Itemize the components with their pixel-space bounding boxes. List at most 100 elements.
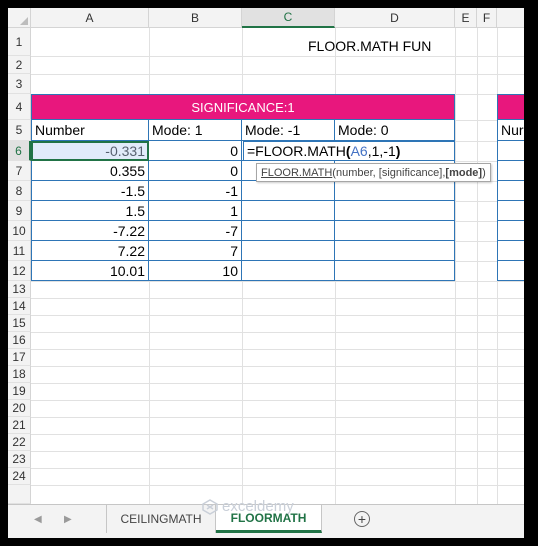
tooltip-args: (number, [significance], <box>332 166 446 179</box>
second-table-cell[interactable] <box>497 261 524 281</box>
row-header-22[interactable]: 22 <box>8 434 31 451</box>
table-cell-mode0[interactable] <box>335 261 455 281</box>
table-cell-modeneg1[interactable] <box>242 221 335 241</box>
formula-edit-cell[interactable]: =FLOOR.MATH(A6,1,-1) <box>243 141 455 161</box>
table-cell-number[interactable]: 7.22 <box>31 241 149 261</box>
table-banner[interactable]: SIGNIFICANCE:1 <box>31 94 455 120</box>
row-header-18[interactable]: 18 <box>8 366 31 383</box>
table-cell-number[interactable]: 10.01 <box>31 261 149 281</box>
spreadsheet-window: A B C D E F 1 2 3 4 5 6 7 8 9 10 11 12 1… <box>8 8 524 538</box>
second-table-header[interactable]: Nur <box>497 120 524 141</box>
column-header-c[interactable]: C <box>242 8 335 28</box>
function-tooltip: FLOOR.MATH (number, [significance], [mode… <box>256 163 491 182</box>
watermark-text: exceldemy <box>222 498 294 515</box>
formula-close-paren: ) <box>395 143 401 159</box>
table-cell-mode1[interactable]: 7 <box>149 241 242 261</box>
row-header-13[interactable]: 13 <box>8 281 31 298</box>
tab-scroll-left-icon[interactable]: ◀ <box>34 514 42 525</box>
tooltip-function-name[interactable]: FLOOR.MATH <box>261 167 332 179</box>
gridline <box>31 485 524 486</box>
row-header-21[interactable]: 21 <box>8 417 31 434</box>
column-header-a[interactable]: A <box>31 8 149 28</box>
gridline <box>31 400 524 401</box>
tab-scroll-right-icon[interactable]: ▶ <box>64 514 72 525</box>
table-cell-modeneg1[interactable] <box>242 261 335 281</box>
second-table-cell[interactable] <box>497 221 524 241</box>
row-header-25[interactable] <box>8 485 31 504</box>
table-cell-mode0[interactable] <box>335 201 455 221</box>
column-header-d[interactable]: D <box>335 8 455 28</box>
column-header-b[interactable]: B <box>149 8 242 28</box>
select-all-corner[interactable] <box>8 8 31 28</box>
row-header-17[interactable]: 17 <box>8 349 31 366</box>
row-header-16[interactable]: 16 <box>8 332 31 349</box>
row-header-2[interactable]: 2 <box>8 56 31 74</box>
second-table-cell[interactable] <box>497 161 524 181</box>
table-cell-modeneg1[interactable] <box>242 201 335 221</box>
tooltip-close: ) <box>482 166 486 179</box>
table-cell-mode0[interactable] <box>335 221 455 241</box>
second-table-cell[interactable] <box>497 141 524 161</box>
header-mode-neg1[interactable]: Mode: -1 <box>242 120 335 141</box>
watermark: exceldemy <box>202 498 294 515</box>
row-header-6[interactable]: 6 <box>8 141 31 161</box>
table-cell-mode0[interactable] <box>335 241 455 261</box>
table-cell-mode1[interactable]: 1 <box>149 201 242 221</box>
second-table-cell[interactable] <box>497 241 524 261</box>
row-header-24[interactable]: 24 <box>8 468 31 485</box>
table-cell-number[interactable]: -7.22 <box>31 221 149 241</box>
add-sheet-icon[interactable]: + <box>354 511 370 527</box>
table-cell-modeneg1[interactable] <box>242 181 335 201</box>
column-header-f[interactable]: F <box>477 8 497 28</box>
table-cell-number[interactable]: -0.331 <box>31 141 149 161</box>
gridline <box>477 28 478 504</box>
table-cell-mode1[interactable]: 10 <box>149 261 242 281</box>
row-header-20[interactable]: 20 <box>8 400 31 417</box>
second-table-banner[interactable] <box>497 94 524 120</box>
second-table-cell[interactable] <box>497 181 524 201</box>
row-header-7[interactable]: 7 <box>8 161 31 181</box>
row-header-9[interactable]: 9 <box>8 201 31 221</box>
exceldemy-logo-icon <box>202 498 218 515</box>
table-cell-mode1[interactable]: 0 <box>149 141 242 161</box>
table-cell-mode0[interactable] <box>335 181 455 201</box>
table-cell-modeneg1[interactable] <box>242 241 335 261</box>
table-cell-number[interactable]: 1.5 <box>31 201 149 221</box>
row-header-23[interactable]: 23 <box>8 451 31 468</box>
table-cell-mode1[interactable]: -7 <box>149 221 242 241</box>
row-header-5[interactable]: 5 <box>8 120 31 141</box>
gridline <box>31 383 524 384</box>
row-header-1[interactable]: 1 <box>8 28 31 56</box>
row-header-11[interactable]: 11 <box>8 241 31 261</box>
row-header-8[interactable]: 8 <box>8 181 31 201</box>
column-header-g[interactable] <box>497 8 524 28</box>
gridline <box>31 281 524 282</box>
row-header-15[interactable]: 15 <box>8 315 31 332</box>
row-header-3[interactable]: 3 <box>8 74 31 94</box>
row-header-10[interactable]: 10 <box>8 221 31 241</box>
tab-ceilingmath[interactable]: CEILINGMATH <box>106 505 216 533</box>
gridline <box>31 366 524 367</box>
header-mode-0[interactable]: Mode: 0 <box>335 120 455 141</box>
header-mode-1[interactable]: Mode: 1 <box>149 120 242 141</box>
formula-args: ,1,-1 <box>367 143 396 159</box>
gridline <box>31 451 524 452</box>
gridline <box>31 434 524 435</box>
gridline <box>31 315 524 316</box>
row-header-14[interactable]: 14 <box>8 298 31 315</box>
sheet-title[interactable]: FLOOR.MATH FUN <box>308 38 431 54</box>
gridline <box>31 417 524 418</box>
tooltip-current-arg: [mode] <box>445 166 483 179</box>
header-number[interactable]: Number <box>31 120 149 141</box>
table-cell-mode1[interactable]: 0 <box>149 161 242 181</box>
table-cell-number[interactable]: 0.355 <box>31 161 149 181</box>
second-table-cell[interactable] <box>497 201 524 221</box>
column-header-e[interactable]: E <box>455 8 477 28</box>
row-header-19[interactable]: 19 <box>8 383 31 400</box>
row-header-12[interactable]: 12 <box>8 261 31 281</box>
row-header-4[interactable]: 4 <box>8 94 31 120</box>
gridline <box>31 349 524 350</box>
table-cell-number[interactable]: -1.5 <box>31 181 149 201</box>
formula-reference: A6 <box>350 143 368 159</box>
table-cell-mode1[interactable]: -1 <box>149 181 242 201</box>
